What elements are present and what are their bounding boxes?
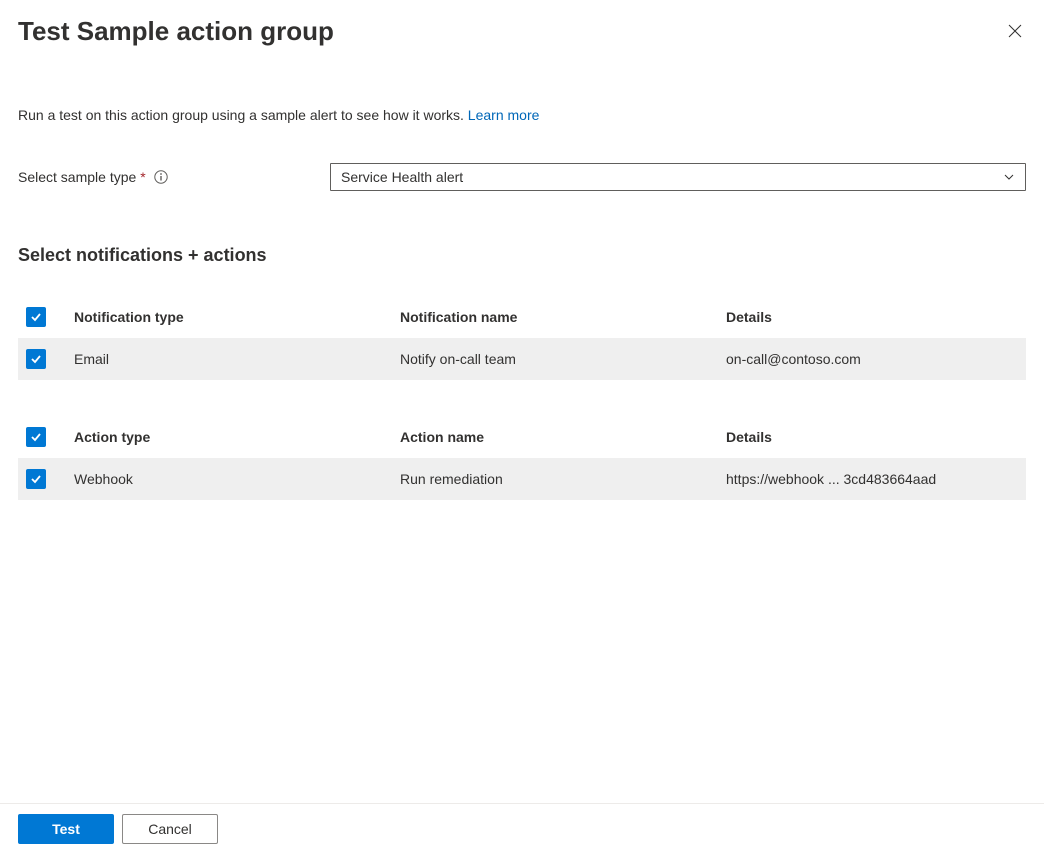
notifications-table: Notification type Notification name Deta… [18, 296, 1026, 380]
section-heading: Select notifications + actions [18, 245, 1026, 266]
checkmark-icon [29, 352, 43, 366]
actions-col-details: Details [726, 429, 1026, 445]
notification-type: Email [74, 351, 400, 367]
description-body: Run a test on this action group using a … [18, 107, 468, 123]
page-title: Test Sample action group [18, 16, 334, 47]
table-row: Webhook Run remediation https://webhook … [18, 458, 1026, 500]
notifications-select-all-checkbox[interactable] [26, 307, 46, 327]
close-icon [1008, 24, 1022, 38]
actions-col-type: Action type [74, 429, 400, 445]
checkmark-icon [29, 472, 43, 486]
cancel-button[interactable]: Cancel [122, 814, 218, 844]
required-asterisk: * [140, 169, 145, 185]
close-button[interactable] [1004, 20, 1026, 42]
sample-type-label: Select sample type [18, 169, 136, 185]
action-row-checkbox[interactable] [26, 469, 46, 489]
actions-table: Action type Action name Details Webhook … [18, 416, 1026, 500]
actions-select-all-checkbox[interactable] [26, 427, 46, 447]
notification-row-checkbox[interactable] [26, 349, 46, 369]
actions-header-row: Action type Action name Details [18, 416, 1026, 458]
chevron-down-icon [1003, 171, 1015, 183]
notifications-col-type: Notification type [74, 309, 400, 325]
test-button[interactable]: Test [18, 814, 114, 844]
checkmark-icon [29, 310, 43, 324]
sample-type-select[interactable]: Service Health alert [330, 163, 1026, 191]
action-type: Webhook [74, 471, 400, 487]
actions-col-name: Action name [400, 429, 726, 445]
notifications-col-details: Details [726, 309, 1026, 325]
checkmark-icon [29, 430, 43, 444]
sample-type-value: Service Health alert [341, 169, 463, 185]
notifications-col-name: Notification name [400, 309, 726, 325]
table-row: Email Notify on-call team on-call@contos… [18, 338, 1026, 380]
action-details: https://webhook ... 3cd483664aad [726, 471, 1026, 487]
notification-details: on-call@contoso.com [726, 351, 1026, 367]
sample-type-row: Select sample type * Service Health aler… [18, 163, 1026, 191]
info-icon[interactable] [154, 170, 168, 184]
notification-name: Notify on-call team [400, 351, 726, 367]
description-text: Run a test on this action group using a … [18, 107, 1026, 123]
action-name: Run remediation [400, 471, 726, 487]
learn-more-link[interactable]: Learn more [468, 107, 540, 123]
notifications-header-row: Notification type Notification name Deta… [18, 296, 1026, 338]
footer-bar: Test Cancel [0, 803, 1044, 854]
